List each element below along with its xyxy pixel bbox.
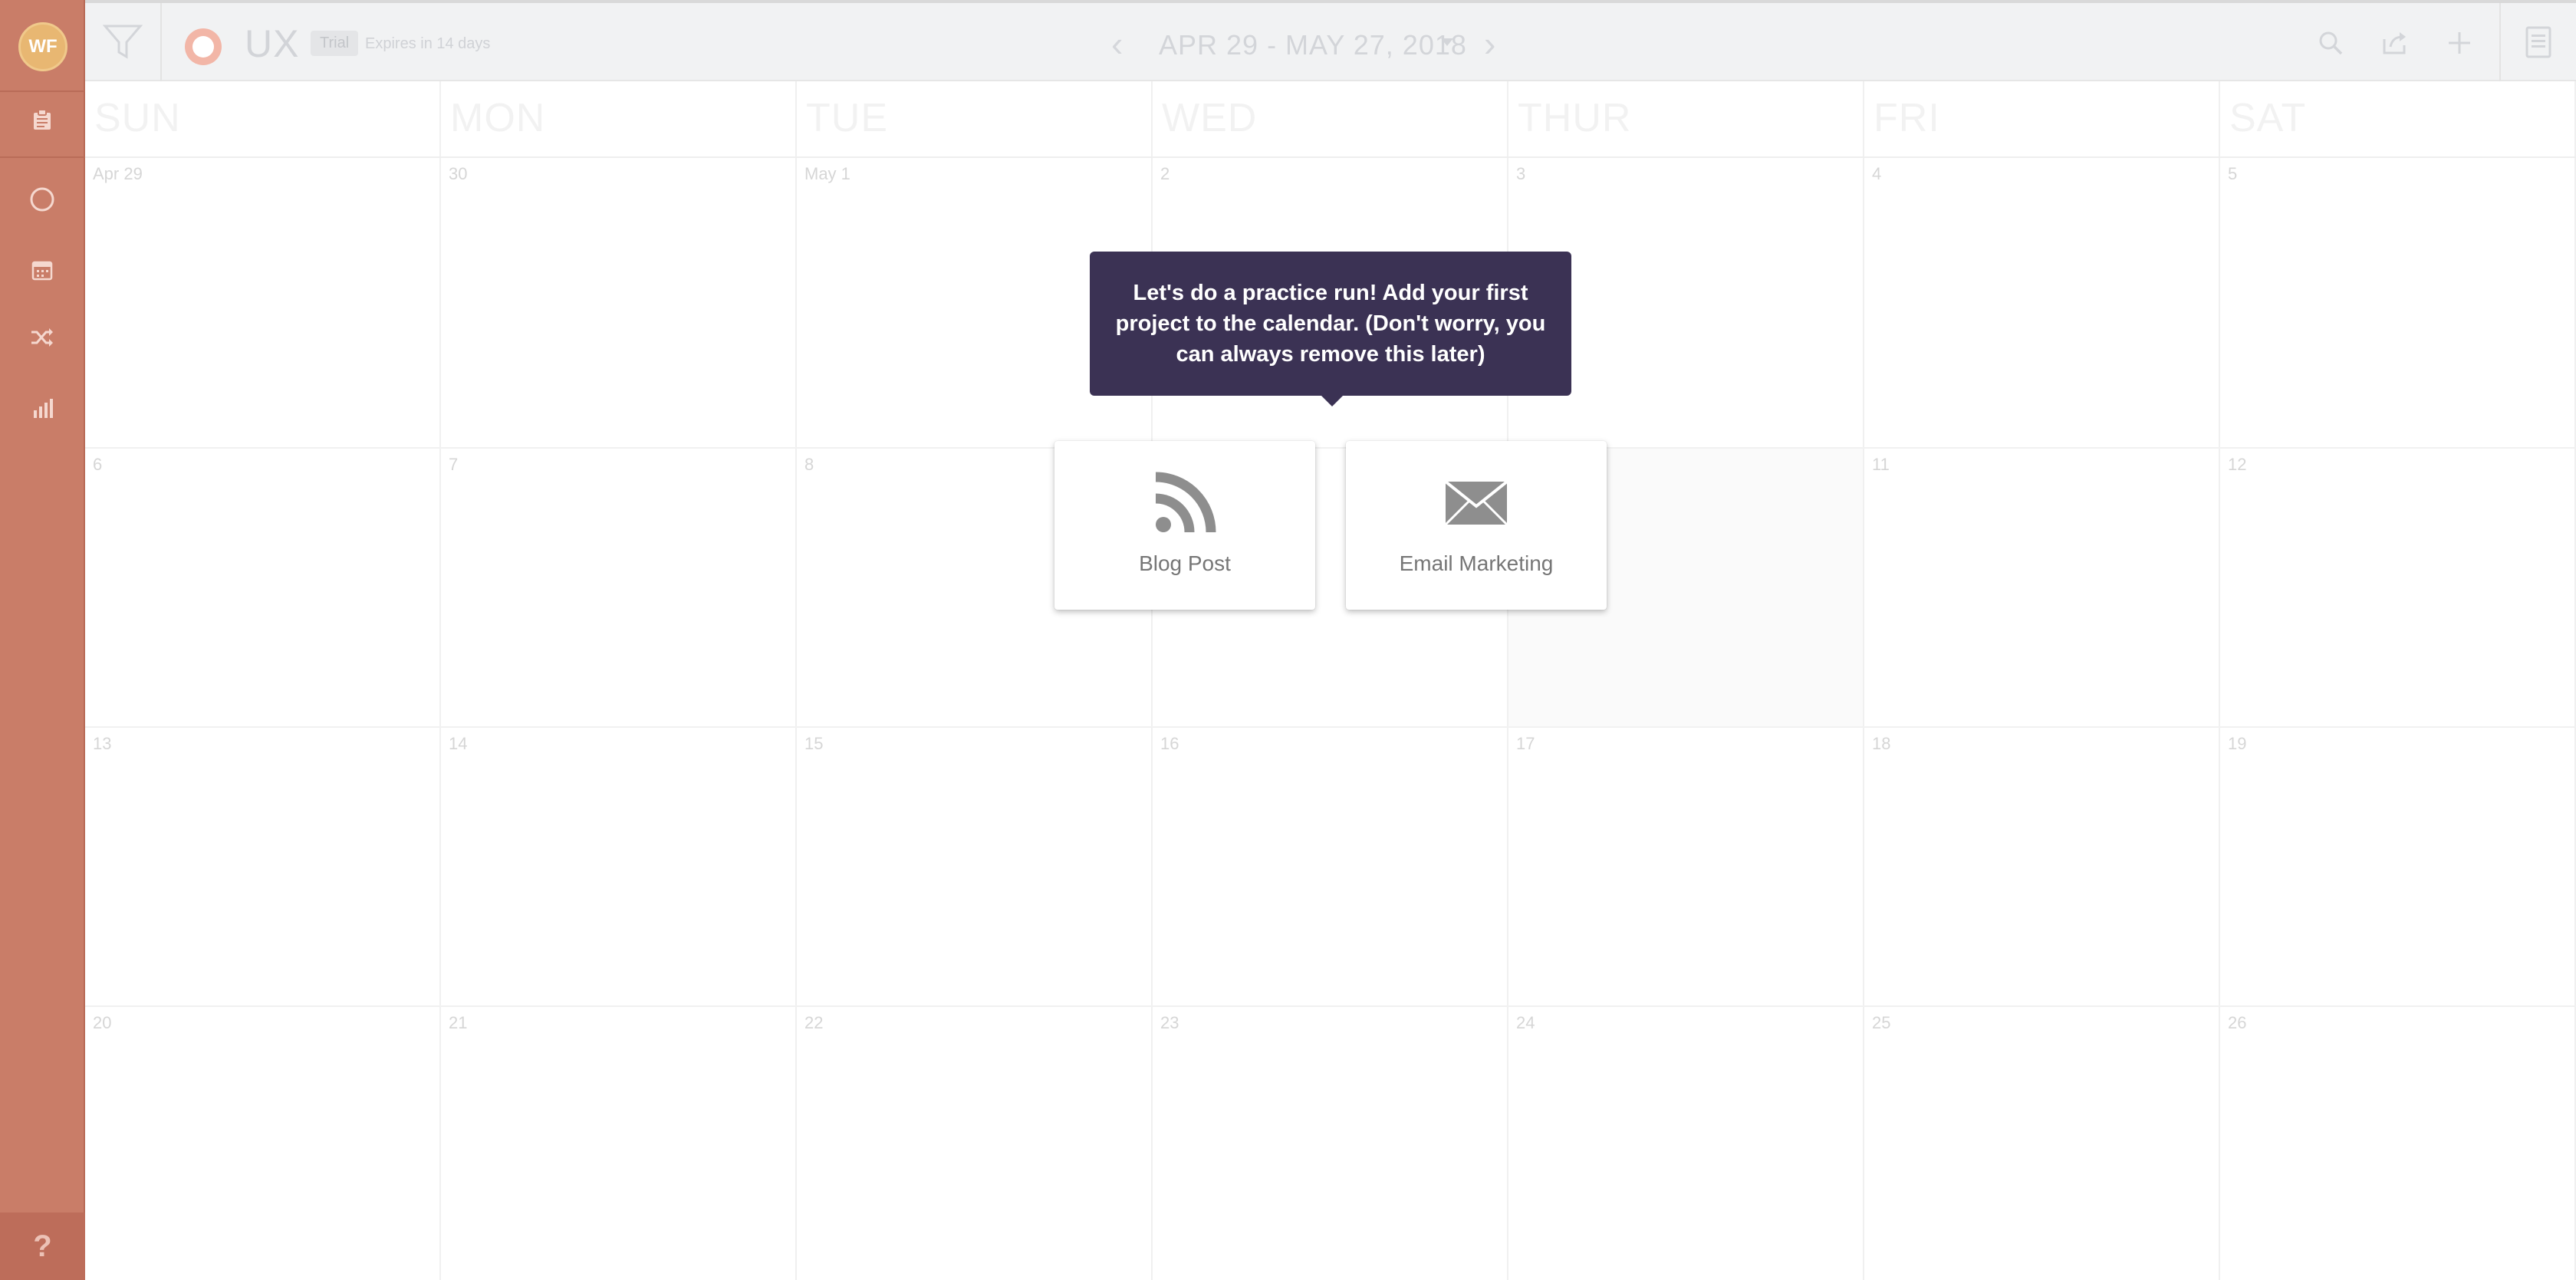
calendar-week: 20 21 22 23 24 25 26 bbox=[85, 1007, 2576, 1280]
clipboard-icon[interactable] bbox=[25, 103, 59, 137]
calendar-day-cell[interactable]: 30 bbox=[441, 158, 797, 447]
filter-button[interactable] bbox=[85, 3, 162, 81]
calendar-day-cell[interactable]: 4 bbox=[1864, 158, 2220, 447]
calendar-day-cell[interactable]: 22 bbox=[797, 1007, 1153, 1280]
day-number: 6 bbox=[93, 455, 103, 474]
calendar-week: 13 14 15 16 17 18 19 bbox=[85, 728, 2576, 1007]
user-avatar[interactable]: WF bbox=[18, 22, 67, 71]
day-number: 14 bbox=[449, 734, 468, 753]
add-icon[interactable] bbox=[2443, 26, 2476, 60]
day-number: Apr 29 bbox=[93, 164, 143, 183]
day-number: 13 bbox=[93, 734, 112, 753]
day-number: 15 bbox=[804, 734, 824, 753]
day-number: 11 bbox=[1872, 455, 1890, 474]
option-label: Blog Post bbox=[1139, 551, 1231, 575]
day-number: 18 bbox=[1872, 734, 1891, 753]
calendar-day-cell[interactable]: 19 bbox=[2220, 728, 2576, 1005]
day-header: MON bbox=[441, 81, 797, 156]
onboarding-tooltip: Let's do a practice run! Add your first … bbox=[1090, 252, 1571, 406]
day-number: 3 bbox=[1516, 164, 1526, 183]
option-label: Email Marketing bbox=[1399, 551, 1554, 575]
project-name[interactable]: UX bbox=[245, 21, 299, 66]
calendar-day-cell[interactable]: 21 bbox=[441, 1007, 797, 1280]
blog-post-option[interactable]: Blog Post bbox=[1054, 441, 1315, 610]
date-range-selector[interactable]: APR 29 - MAY 27, 2018 bbox=[1159, 29, 1467, 61]
rss-icon bbox=[1054, 469, 1315, 538]
sidebar-divider bbox=[0, 156, 85, 158]
day-header: SAT bbox=[2220, 81, 2576, 156]
calendar-day-cell[interactable]: 18 bbox=[1864, 728, 2220, 1005]
day-header: WED bbox=[1153, 81, 1508, 156]
calendar-day-cell[interactable]: 13 bbox=[85, 728, 441, 1005]
day-number: 23 bbox=[1160, 1013, 1179, 1032]
filter-icon bbox=[102, 25, 143, 59]
calendar-day-cell[interactable]: 26 bbox=[2220, 1007, 2576, 1280]
day-number: 16 bbox=[1160, 734, 1179, 753]
trial-expiry-text: Expires in 14 days bbox=[365, 35, 491, 52]
day-number: 20 bbox=[93, 1013, 112, 1032]
document-list-icon bbox=[2525, 26, 2551, 58]
app-root: WF ? UX Trial Expires in 14 days ‹ APR 2… bbox=[0, 0, 2576, 1280]
calendar-day-cell[interactable]: 14 bbox=[441, 728, 797, 1005]
top-bar: UX Trial Expires in 14 days ‹ APR 29 - M… bbox=[85, 0, 2576, 81]
calendar-day-cell[interactable]: 15 bbox=[797, 728, 1153, 1005]
calendar-week: 6 7 8 11 12 bbox=[85, 449, 2576, 728]
previous-period-button[interactable]: ‹ bbox=[1111, 23, 1123, 64]
shuffle-icon[interactable] bbox=[25, 321, 59, 354]
day-number: 19 bbox=[2228, 734, 2247, 753]
day-number: 5 bbox=[2228, 164, 2238, 183]
day-number: 8 bbox=[804, 455, 814, 474]
day-number: 24 bbox=[1516, 1013, 1535, 1032]
email-marketing-option[interactable]: Email Marketing bbox=[1346, 441, 1607, 610]
day-header: THUR bbox=[1508, 81, 1864, 156]
day-number: May 1 bbox=[804, 164, 850, 183]
day-number: 12 bbox=[2228, 455, 2247, 474]
calendar-day-cell[interactable]: 12 bbox=[2220, 449, 2576, 726]
calendar-day-cell[interactable]: 25 bbox=[1864, 1007, 2220, 1280]
sidebar: WF ? bbox=[0, 0, 85, 1280]
bar-chart-icon[interactable] bbox=[25, 391, 59, 425]
calendar-day-cell[interactable]: 23 bbox=[1153, 1007, 1508, 1280]
share-icon[interactable] bbox=[2378, 26, 2412, 60]
circle-icon[interactable] bbox=[25, 183, 59, 216]
calendar-day-cell[interactable]: 24 bbox=[1508, 1007, 1864, 1280]
project-color-dot[interactable] bbox=[185, 28, 222, 65]
day-header-row: SUN MON TUE WED THUR FRI SAT bbox=[85, 81, 2576, 158]
day-number: 26 bbox=[2228, 1013, 2247, 1032]
help-button[interactable]: ? bbox=[0, 1213, 85, 1280]
day-number: 17 bbox=[1516, 734, 1535, 753]
calendar-day-cell[interactable]: 7 bbox=[441, 449, 797, 726]
day-number: 21 bbox=[449, 1013, 468, 1032]
search-icon[interactable] bbox=[2314, 26, 2347, 60]
calendar-day-cell[interactable]: Apr 29 bbox=[85, 158, 441, 447]
next-period-button[interactable]: › bbox=[1484, 23, 1495, 64]
calendar-icon[interactable] bbox=[25, 253, 59, 287]
calendar-day-cell[interactable]: 5 bbox=[2220, 158, 2576, 447]
day-header: TUE bbox=[797, 81, 1153, 156]
chevron-down-icon[interactable] bbox=[1441, 38, 1453, 46]
day-number: 30 bbox=[449, 164, 468, 183]
day-number: 7 bbox=[449, 455, 459, 474]
calendar-day-cell[interactable]: 20 bbox=[85, 1007, 441, 1280]
list-view-button[interactable] bbox=[2499, 3, 2576, 81]
trial-badge: Trial bbox=[311, 31, 359, 56]
day-number: 22 bbox=[804, 1013, 824, 1032]
calendar-day-cell[interactable]: 16 bbox=[1153, 728, 1508, 1005]
day-number: 2 bbox=[1160, 164, 1170, 183]
calendar-day-cell[interactable]: 17 bbox=[1508, 728, 1864, 1005]
day-number: 4 bbox=[1872, 164, 1882, 183]
day-header: SUN bbox=[85, 81, 441, 156]
sidebar-divider bbox=[0, 90, 85, 92]
day-header: FRI bbox=[1864, 81, 2220, 156]
calendar-day-cell[interactable]: 6 bbox=[85, 449, 441, 726]
calendar-day-cell[interactable]: 11 bbox=[1864, 449, 2220, 726]
day-number: 25 bbox=[1872, 1013, 1891, 1032]
envelope-icon bbox=[1346, 469, 1607, 538]
